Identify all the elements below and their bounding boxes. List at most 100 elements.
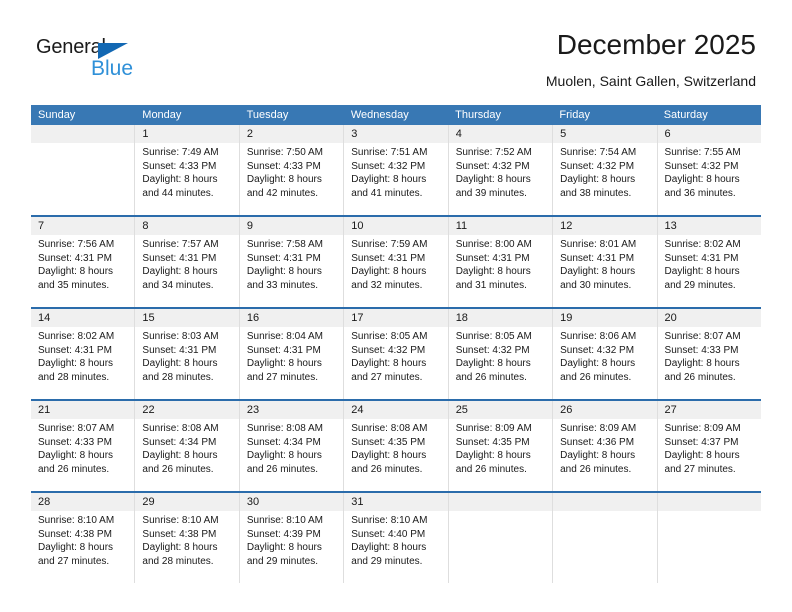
day-sun-info: Sunrise: 7:58 AM Sunset: 4:31 PM Daylight:… — [247, 238, 336, 292]
calendar-day-cell[interactable]: 26 Sunrise: 8:09 AM Sunset: 4:36 PM Dayligh… — [553, 401, 658, 491]
calendar-day-cell[interactable]: 29 Sunrise: 8:10 AM Sunset: 4:38 PM Dayligh… — [135, 493, 240, 583]
daylight-text-line1: Daylight: 8 hours — [38, 358, 114, 369]
day-number: 18 — [455, 312, 468, 324]
calendar-day-cell[interactable]: 10 Sunrise: 7:59 AM Sunset: 4:31 PM Dayligh… — [344, 217, 449, 307]
calendar-day-cell[interactable]: 25 Sunrise: 8:09 AM Sunset: 4:35 PM Dayligh… — [449, 401, 554, 491]
day-number: 16 — [246, 312, 260, 324]
calendar-day-cell[interactable]: 12 Sunrise: 8:01 AM Sunset: 4:31 PM Dayligh… — [553, 217, 658, 307]
daylight-text-line1: Daylight: 8 hours — [664, 450, 740, 461]
day-sun-info: Sunrise: 8:05 AM Sunset: 4:32 PM Daylight:… — [351, 330, 440, 384]
sunrise-text: Sunrise: 8:09 AM — [455, 423, 532, 434]
calendar-day-cell[interactable]: 9 Sunrise: 7:58 AM Sunset: 4:31 PM Daylight… — [240, 217, 345, 307]
sunrise-text: Sunrise: 8:04 AM — [246, 331, 323, 342]
daylight-text-line2: and 27 minutes. — [246, 371, 319, 383]
calendar-day-cell[interactable]: 5 Sunrise: 7:54 AM Sunset: 4:32 PM Daylight… — [553, 125, 658, 215]
day-number: 1 — [142, 128, 149, 140]
page-header: General Blue December 2025 Muolen, Saint… — [0, 0, 792, 100]
sunrise-text: Sunrise: 8:09 AM — [664, 423, 741, 434]
calendar-day-cell[interactable]: 17 Sunrise: 8:05 AM Sunset: 4:32 PM Dayligh… — [344, 309, 449, 399]
calendar-day-cell[interactable]: 2 Sunrise: 7:50 AM Sunset: 4:33 PM Daylight… — [240, 125, 345, 215]
day-sun-info: Sunrise: 8:01 AM Sunset: 4:31 PM Daylight:… — [560, 238, 649, 292]
general-blue-logo[interactable]: General Blue — [36, 36, 156, 82]
calendar-day-cell[interactable]: 31 Sunrise: 8:10 AM Sunset: 4:40 PM Dayligh… — [344, 493, 449, 583]
daylight-text-line1: Daylight: 8 hours — [664, 174, 740, 185]
day-sun-info: Sunrise: 8:08 AM Sunset: 4:34 PM Daylight:… — [142, 422, 231, 476]
day-sun-info: Sunrise: 7:59 AM Sunset: 4:31 PM Daylight:… — [351, 238, 440, 292]
daylight-text-line2: and 28 minutes. — [142, 371, 214, 383]
day-sun-info: Sunrise: 7:54 AM Sunset: 4:32 PM Daylight:… — [560, 146, 649, 200]
daylight-text-line1: Daylight: 8 hours — [142, 358, 218, 369]
sunset-text: Sunset: 4:31 PM — [142, 252, 217, 264]
day-number: 28 — [38, 496, 51, 508]
sunset-text: Sunset: 4:38 PM — [142, 528, 217, 540]
day-number: 15 — [142, 312, 155, 324]
daylight-text-line2: and 26 minutes. — [560, 371, 632, 383]
day-sun-info: Sunrise: 7:52 AM Sunset: 4:32 PM Daylight:… — [456, 146, 545, 200]
day-sun-info: Sunrise: 8:02 AM Sunset: 4:31 PM Daylight:… — [38, 330, 127, 384]
daylight-text-line2: and 33 minutes. — [246, 279, 319, 291]
calendar-day-cell[interactable]: 21 Sunrise: 8:07 AM Sunset: 4:33 PM Dayligh… — [31, 401, 136, 491]
calendar-day-cell[interactable]: 6 Sunrise: 7:55 AM Sunset: 4:32 PM Daylight… — [658, 125, 761, 215]
daylight-text-line2: and 27 minutes. — [664, 463, 736, 475]
sunrise-text: Sunrise: 8:01 AM — [560, 239, 637, 250]
sunset-text: Sunset: 4:32 PM — [560, 344, 635, 356]
day-sun-info: Sunrise: 7:56 AM Sunset: 4:31 PM Daylight:… — [38, 238, 127, 292]
day-number: 23 — [246, 404, 260, 416]
calendar-week-row: 14 Sunrise: 8:02 AM Sunset: 4:31 PM Dayligh… — [31, 307, 761, 399]
sunset-text: Sunset: 4:35 PM — [351, 436, 426, 448]
calendar-day-cell[interactable]: 13 Sunrise: 8:02 AM Sunset: 4:31 PM Dayligh… — [658, 217, 761, 307]
sunset-text: Sunset: 4:36 PM — [560, 436, 635, 448]
calendar-day-cell[interactable]: 22 Sunrise: 8:08 AM Sunset: 4:34 PM Dayligh… — [135, 401, 240, 491]
calendar-day-cell[interactable]: 7 Sunrise: 7:56 AM Sunset: 4:31 PM Daylight… — [31, 217, 136, 307]
daylight-text-line2: and 42 minutes. — [246, 187, 319, 199]
calendar-day-cell[interactable]: 30 Sunrise: 8:10 AM Sunset: 4:39 PM Dayligh… — [240, 493, 345, 583]
calendar-day-cell[interactable]: 1 Sunrise: 7:49 AM Sunset: 4:33 PM Daylight… — [135, 125, 240, 215]
sunrise-text: Sunrise: 8:02 AM — [38, 331, 115, 342]
calendar-day-cell[interactable]: 18 Sunrise: 8:05 AM Sunset: 4:32 PM Dayligh… — [449, 309, 554, 399]
calendar-day-cell[interactable]: 20 Sunrise: 8:07 AM Sunset: 4:33 PM Dayligh… — [658, 309, 761, 399]
sunrise-text: Sunrise: 8:06 AM — [560, 331, 637, 342]
calendar-day-cell[interactable]: 19 Sunrise: 8:06 AM Sunset: 4:32 PM Dayligh… — [553, 309, 658, 399]
daylight-text-line2: and 28 minutes. — [142, 555, 214, 567]
calendar-day-cell-empty — [31, 125, 136, 215]
calendar-day-cell[interactable]: 24 Sunrise: 8:08 AM Sunset: 4:35 PM Dayligh… — [344, 401, 449, 491]
calendar-day-cell[interactable]: 23 Sunrise: 8:08 AM Sunset: 4:34 PM Dayligh… — [240, 401, 345, 491]
calendar-weeks: 1 Sunrise: 7:49 AM Sunset: 4:33 PM Daylight… — [31, 125, 761, 583]
day-sun-info: Sunrise: 8:10 AM Sunset: 4:38 PM Daylight:… — [142, 514, 231, 568]
weekday-header-monday: Monday — [142, 109, 182, 121]
daylight-text-line1: Daylight: 8 hours — [664, 358, 740, 369]
calendar-day-cell[interactable]: 27 Sunrise: 8:09 AM Sunset: 4:37 PM Dayligh… — [658, 401, 761, 491]
daylight-text-line1: Daylight: 8 hours — [560, 450, 636, 461]
sunset-text: Sunset: 4:33 PM — [664, 344, 739, 356]
day-number: 3 — [351, 128, 358, 140]
daylight-text-line2: and 26 minutes. — [246, 463, 319, 475]
day-sun-info: Sunrise: 8:05 AM Sunset: 4:32 PM Daylight:… — [456, 330, 545, 384]
calendar-day-cell[interactable]: 15 Sunrise: 8:03 AM Sunset: 4:31 PM Dayligh… — [135, 309, 240, 399]
sunrise-text: Sunrise: 8:05 AM — [351, 331, 428, 342]
calendar-day-cell[interactable]: 28 Sunrise: 8:10 AM Sunset: 4:38 PM Dayligh… — [31, 493, 136, 583]
day-sun-info: Sunrise: 7:50 AM Sunset: 4:33 PM Daylight:… — [247, 146, 336, 200]
calendar-day-cell[interactable]: 11 Sunrise: 8:00 AM Sunset: 4:31 PM Dayligh… — [449, 217, 554, 307]
sunset-text: Sunset: 4:31 PM — [455, 252, 530, 264]
daylight-text-line2: and 26 minutes. — [38, 463, 110, 475]
logo-text-general: General — [36, 36, 106, 58]
sunset-text: Sunset: 4:31 PM — [246, 344, 321, 356]
calendar-day-cell[interactable]: 4 Sunrise: 7:52 AM Sunset: 4:32 PM Daylight… — [449, 125, 554, 215]
day-number: 22 — [142, 404, 155, 416]
calendar-day-cell[interactable]: 3 Sunrise: 7:51 AM Sunset: 4:32 PM Daylight… — [344, 125, 449, 215]
calendar-day-cell[interactable]: 8 Sunrise: 7:57 AM Sunset: 4:31 PM Daylight… — [135, 217, 240, 307]
weekday-header-tuesday: Tuesday — [246, 109, 289, 121]
day-number: 20 — [664, 312, 677, 324]
calendar-day-cell[interactable]: 14 Sunrise: 8:02 AM Sunset: 4:31 PM Dayligh… — [31, 309, 136, 399]
sunrise-text: Sunrise: 8:02 AM — [664, 239, 741, 250]
sunrise-text: Sunrise: 8:08 AM — [246, 423, 323, 434]
day-number: 8 — [142, 220, 149, 232]
calendar-day-cell[interactable]: 16 Sunrise: 8:04 AM Sunset: 4:31 PM Dayligh… — [240, 309, 345, 399]
daylight-text-line1: Daylight: 8 hours — [246, 174, 322, 185]
daylight-text-line2: and 36 minutes. — [664, 187, 736, 199]
day-number: 10 — [351, 220, 364, 232]
day-number: 27 — [664, 404, 677, 416]
daylight-text-line2: and 29 minutes. — [246, 555, 319, 567]
day-number: 12 — [560, 220, 573, 232]
sunset-text: Sunset: 4:32 PM — [455, 160, 530, 172]
